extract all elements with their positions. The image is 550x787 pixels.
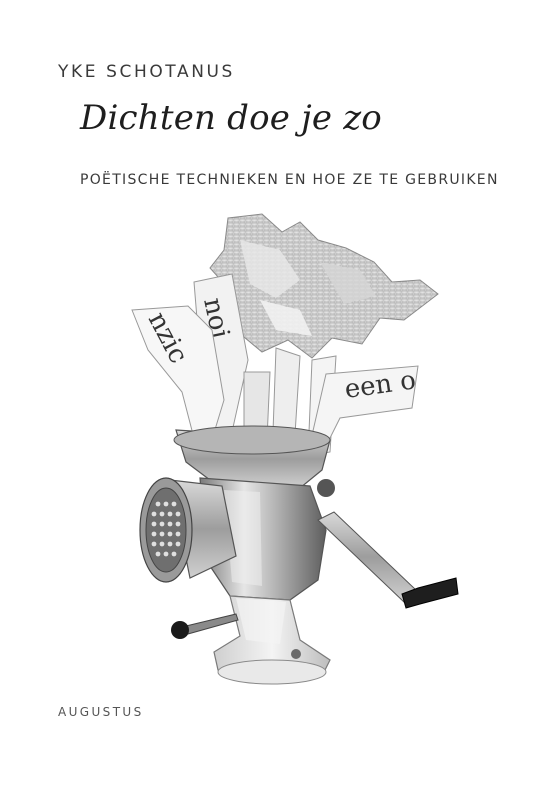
clamp-lever [171,613,239,639]
meat-grinder-illustration: noi nzic een o [131,213,459,685]
book-cover: YKE SCHOTANUS Dichten doe je zo POËTISCH… [0,0,550,787]
grinder-base [213,595,331,685]
grinder-hopper [173,425,331,489]
crank-handle [317,479,459,609]
publisher-name: AUGUSTUS [58,705,144,719]
crumpled-paper [209,213,439,359]
